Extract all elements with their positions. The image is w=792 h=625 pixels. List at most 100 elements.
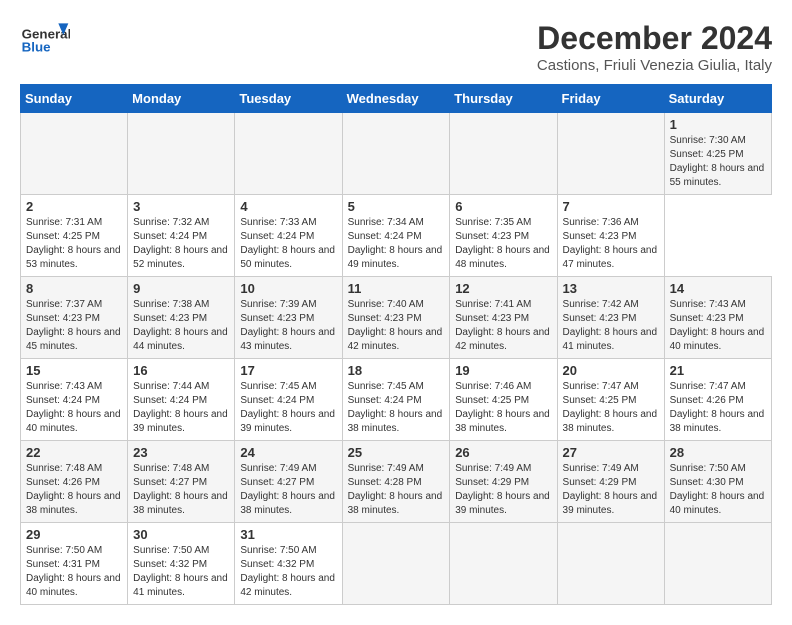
- calendar-cell: 11 Sunrise: 7:40 AMSunset: 4:23 PMDayligh…: [342, 277, 450, 359]
- calendar-cell: [342, 523, 450, 605]
- calendar-header-tuesday: Tuesday: [235, 85, 342, 113]
- calendar-cell: 30 Sunrise: 7:50 AMSunset: 4:32 PMDayligh…: [128, 523, 235, 605]
- calendar-cell: 1 Sunrise: 7:30 AMSunset: 4:25 PMDaylight…: [664, 113, 771, 195]
- calendar-week-row: 8 Sunrise: 7:37 AMSunset: 4:23 PMDaylight…: [21, 277, 772, 359]
- calendar-cell: [235, 113, 342, 195]
- day-number: 16: [133, 363, 229, 378]
- day-number: 14: [670, 281, 766, 296]
- calendar-cell: 4Sunrise: 7:33 AMSunset: 4:24 PMDaylight…: [235, 195, 342, 277]
- calendar-cell: [450, 523, 557, 605]
- day-number: 25: [348, 445, 445, 460]
- day-info: Sunrise: 7:37 AMSunset: 4:23 PMDaylight:…: [26, 298, 122, 354]
- day-info: Sunrise: 7:50 AMSunset: 4:32 PMDaylight:…: [133, 544, 229, 600]
- sub-title: Castions, Friuli Venezia Giulia, Italy: [537, 57, 772, 74]
- calendar-cell: 9 Sunrise: 7:38 AMSunset: 4:23 PMDaylight…: [128, 277, 235, 359]
- day-info: Sunrise: 7:40 AMSunset: 4:23 PMDaylight:…: [348, 298, 445, 354]
- day-info: Sunrise: 7:32 AMSunset: 4:24 PMDaylight:…: [133, 216, 229, 272]
- day-info: Sunrise: 7:49 AMSunset: 4:27 PMDaylight:…: [240, 462, 336, 518]
- calendar-cell: 5 Sunrise: 7:34 AMSunset: 4:24 PMDaylight…: [342, 195, 450, 277]
- day-info: Sunrise: 7:48 AMSunset: 4:26 PMDaylight:…: [26, 462, 122, 518]
- day-info: Sunrise: 7:35 AMSunset: 4:23 PMDaylight:…: [455, 216, 551, 272]
- calendar-cell: 26Sunrise: 7:49 AMSunset: 4:29 PMDayligh…: [450, 441, 557, 523]
- calendar-cell: 17Sunrise: 7:45 AMSunset: 4:24 PMDayligh…: [235, 359, 342, 441]
- day-info: Sunrise: 7:49 AMSunset: 4:28 PMDaylight:…: [348, 462, 445, 518]
- day-info: Sunrise: 7:47 AMSunset: 4:26 PMDaylight:…: [670, 380, 766, 436]
- calendar-cell: [557, 113, 664, 195]
- day-info: Sunrise: 7:39 AMSunset: 4:23 PMDaylight:…: [240, 298, 336, 354]
- day-number: 21: [670, 363, 766, 378]
- calendar-week-row: 2 Sunrise: 7:31 AMSunset: 4:25 PMDaylight…: [21, 195, 772, 277]
- day-info: Sunrise: 7:50 AMSunset: 4:31 PMDaylight:…: [26, 544, 122, 600]
- calendar-cell: 2 Sunrise: 7:31 AMSunset: 4:25 PMDaylight…: [21, 195, 128, 277]
- day-number: 13: [563, 281, 659, 296]
- day-info: Sunrise: 7:38 AMSunset: 4:23 PMDaylight:…: [133, 298, 229, 354]
- day-number: 30: [133, 527, 229, 542]
- calendar-cell: 13Sunrise: 7:42 AMSunset: 4:23 PMDayligh…: [557, 277, 664, 359]
- calendar-week-row: 29 Sunrise: 7:50 AMSunset: 4:31 PMDayligh…: [21, 523, 772, 605]
- calendar-cell: 7 Sunrise: 7:36 AMSunset: 4:23 PMDaylight…: [557, 195, 664, 277]
- day-info: Sunrise: 7:44 AMSunset: 4:24 PMDaylight:…: [133, 380, 229, 436]
- calendar-cell: 25 Sunrise: 7:49 AMSunset: 4:28 PMDayligh…: [342, 441, 450, 523]
- calendar-cell: 3 Sunrise: 7:32 AMSunset: 4:24 PMDaylight…: [128, 195, 235, 277]
- calendar-cell: [557, 523, 664, 605]
- calendar-header-wednesday: Wednesday: [342, 85, 450, 113]
- day-number: 24: [240, 445, 336, 460]
- day-info: Sunrise: 7:45 AMSunset: 4:24 PMDaylight:…: [348, 380, 445, 436]
- svg-text:Blue: Blue: [22, 40, 51, 55]
- day-number: 11: [348, 281, 445, 296]
- day-info: Sunrise: 7:49 AMSunset: 4:29 PMDaylight:…: [455, 462, 551, 518]
- day-number: 10: [240, 281, 336, 296]
- day-info: Sunrise: 7:30 AMSunset: 4:25 PMDaylight:…: [670, 134, 766, 190]
- calendar-cell: 14Sunrise: 7:43 AMSunset: 4:23 PMDayligh…: [664, 277, 771, 359]
- calendar-cell: [128, 113, 235, 195]
- day-number: 19: [455, 363, 551, 378]
- day-number: 23: [133, 445, 229, 460]
- page-header: General Blue December 2024 Castions, Fri…: [20, 20, 772, 74]
- calendar-header-friday: Friday: [557, 85, 664, 113]
- calendar-header-row: SundayMondayTuesdayWednesdayThursdayFrid…: [21, 85, 772, 113]
- calendar-cell: 24 Sunrise: 7:49 AMSunset: 4:27 PMDayligh…: [235, 441, 342, 523]
- day-number: 18: [348, 363, 445, 378]
- day-info: Sunrise: 7:31 AMSunset: 4:25 PMDaylight:…: [26, 216, 122, 272]
- day-info: Sunrise: 7:49 AMSunset: 4:29 PMDaylight:…: [563, 462, 659, 518]
- main-title: December 2024: [537, 20, 772, 57]
- day-number: 29: [26, 527, 122, 542]
- day-info: Sunrise: 7:34 AMSunset: 4:24 PMDaylight:…: [348, 216, 445, 272]
- calendar-cell: 28 Sunrise: 7:50 AMSunset: 4:30 PMDayligh…: [664, 441, 771, 523]
- calendar-header-saturday: Saturday: [664, 85, 771, 113]
- day-number: 12: [455, 281, 551, 296]
- calendar-cell: 21 Sunrise: 7:47 AMSunset: 4:26 PMDayligh…: [664, 359, 771, 441]
- day-number: 8: [26, 281, 122, 296]
- calendar-header-thursday: Thursday: [450, 85, 557, 113]
- calendar-cell: 8 Sunrise: 7:37 AMSunset: 4:23 PMDaylight…: [21, 277, 128, 359]
- calendar-cell: 10 Sunrise: 7:39 AMSunset: 4:23 PMDayligh…: [235, 277, 342, 359]
- day-number: 1: [670, 117, 766, 132]
- calendar-cell: 22Sunrise: 7:48 AMSunset: 4:26 PMDayligh…: [21, 441, 128, 523]
- day-info: Sunrise: 7:36 AMSunset: 4:23 PMDaylight:…: [563, 216, 659, 272]
- day-number: 31: [240, 527, 336, 542]
- calendar-week-row: 15Sunrise: 7:43 AMSunset: 4:24 PMDayligh…: [21, 359, 772, 441]
- calendar-cell: 27Sunrise: 7:49 AMSunset: 4:29 PMDayligh…: [557, 441, 664, 523]
- day-number: 6: [455, 199, 551, 214]
- day-number: 17: [240, 363, 336, 378]
- day-number: 9: [133, 281, 229, 296]
- calendar-table: SundayMondayTuesdayWednesdayThursdayFrid…: [20, 84, 772, 605]
- day-info: Sunrise: 7:50 AMSunset: 4:30 PMDaylight:…: [670, 462, 766, 518]
- calendar-cell: [450, 113, 557, 195]
- calendar-cell: [21, 113, 128, 195]
- day-number: 2: [26, 199, 122, 214]
- calendar-cell: 29 Sunrise: 7:50 AMSunset: 4:31 PMDayligh…: [21, 523, 128, 605]
- calendar-cell: 12Sunrise: 7:41 AMSunset: 4:23 PMDayligh…: [450, 277, 557, 359]
- day-number: 7: [563, 199, 659, 214]
- calendar-week-row: 1 Sunrise: 7:30 AMSunset: 4:25 PMDaylight…: [21, 113, 772, 195]
- calendar-week-row: 22Sunrise: 7:48 AMSunset: 4:26 PMDayligh…: [21, 441, 772, 523]
- calendar-header-sunday: Sunday: [21, 85, 128, 113]
- day-number: 5: [348, 199, 445, 214]
- day-number: 3: [133, 199, 229, 214]
- calendar-cell: 6 Sunrise: 7:35 AMSunset: 4:23 PMDaylight…: [450, 195, 557, 277]
- day-number: 28: [670, 445, 766, 460]
- day-info: Sunrise: 7:50 AMSunset: 4:32 PMDaylight:…: [240, 544, 336, 600]
- day-info: Sunrise: 7:33 AMSunset: 4:24 PMDaylight:…: [240, 216, 336, 272]
- logo-icon: General Blue: [20, 20, 70, 60]
- day-info: Sunrise: 7:43 AMSunset: 4:24 PMDaylight:…: [26, 380, 122, 436]
